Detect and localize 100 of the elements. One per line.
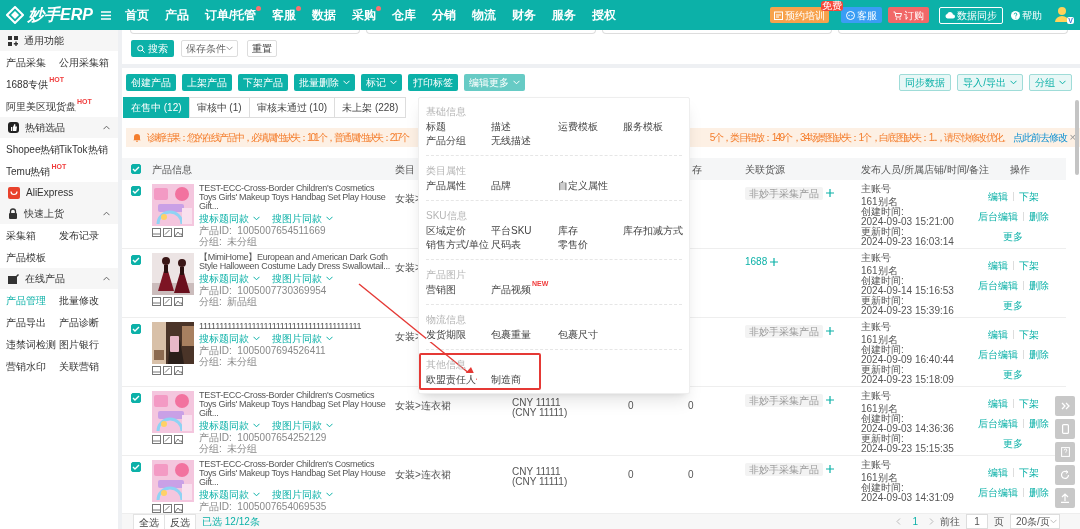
- menu-item[interactable]: 零售价: [558, 238, 588, 252]
- product-title[interactable]: 1111111111111111111111111111111111111111: [199, 322, 390, 331]
- tab[interactable]: 审核未通过 (10): [248, 97, 336, 118]
- toolbar-button[interactable]: 批量删除: [294, 74, 355, 91]
- sidebar-item[interactable]: 关联营销: [59, 358, 99, 374]
- product-title[interactable]: TEST-ECC-Cross-Border Children's Cosmetics Toys Girls' Makeup Toys Handbag Set Play House Gift...: [199, 391, 390, 418]
- fix-link[interactable]: 点此前去修改: [1012, 130, 1067, 145]
- source-link[interactable]: 1688: [745, 256, 768, 268]
- scrollbar-thumb[interactable]: [1075, 100, 1079, 175]
- menu-item[interactable]: 欧盟责任人: [426, 373, 476, 387]
- action-link[interactable]: 后台编辑: [977, 416, 1018, 431]
- nav-item[interactable]: 分销: [432, 6, 457, 24]
- sidebar-item[interactable]: 采集箱: [6, 227, 36, 243]
- nav-item[interactable]: 财务: [512, 6, 537, 24]
- nav-item[interactable]: 服务: [552, 6, 577, 24]
- menu-item[interactable]: 描述: [491, 120, 511, 134]
- tab[interactable]: 审核中 (1): [188, 97, 250, 118]
- image-icon[interactable]: [174, 435, 183, 444]
- action-link[interactable]: 下架: [1018, 396, 1039, 411]
- nav-item[interactable]: 仓库: [392, 6, 417, 24]
- sheet-icon[interactable]: [152, 366, 161, 375]
- search-button[interactable]: 搜索: [131, 40, 174, 57]
- action-link[interactable]: 更多: [1003, 436, 1023, 451]
- help-button[interactable]: [1055, 442, 1075, 462]
- invert-button[interactable]: 反选: [164, 513, 196, 529]
- action-link[interactable]: 后台编辑: [977, 209, 1018, 224]
- sidebar-item[interactable]: 违禁词检测: [6, 336, 56, 352]
- edit-icon[interactable]: [163, 228, 172, 237]
- nav-item[interactable]: 订单/托管: [204, 6, 257, 24]
- action-link[interactable]: 删除: [1028, 209, 1049, 224]
- sidebar-item[interactable]: 图片银行: [59, 336, 99, 352]
- sheet-icon[interactable]: [152, 228, 161, 237]
- action-link[interactable]: 后台编辑: [977, 485, 1018, 500]
- close-button[interactable]: ×: [1069, 132, 1076, 143]
- menu-item[interactable]: 运费模板: [558, 120, 598, 134]
- select-all-button[interactable]: 全选: [133, 513, 165, 529]
- plus-icon[interactable]: [826, 465, 834, 473]
- toolbar-button[interactable]: 标记: [361, 74, 402, 91]
- sidebar-item[interactable]: Shopee热销: [6, 141, 61, 157]
- sidebar-item[interactable]: 1688专供: [6, 76, 49, 92]
- page-input[interactable]: 1: [966, 514, 988, 529]
- nav-item[interactable]: 采购: [352, 6, 377, 24]
- menu-item[interactable]: 尺码表: [491, 238, 521, 252]
- sidebar-item[interactable]: 产品采集: [6, 54, 46, 70]
- search-image-link[interactable]: 搜图片同款: [272, 417, 333, 433]
- nav-item[interactable]: 客服: [272, 6, 297, 24]
- nav-item[interactable]: 物流: [472, 6, 497, 24]
- plus-icon[interactable]: [826, 396, 834, 404]
- action-link[interactable]: 更多: [1003, 298, 1023, 313]
- sidebar-item[interactable]: 营销水印: [6, 358, 46, 374]
- mobile-button[interactable]: [1055, 419, 1075, 439]
- sheet-icon[interactable]: [152, 297, 161, 306]
- menu-item[interactable]: 服务模板: [623, 120, 663, 134]
- action-link[interactable]: 删除: [1028, 278, 1049, 293]
- sheet-icon[interactable]: [152, 504, 161, 513]
- toolbar-button[interactable]: 打印标签: [408, 74, 458, 91]
- refresh-button[interactable]: [1055, 465, 1075, 485]
- menu-item[interactable]: 标题: [426, 120, 446, 134]
- action-link[interactable]: 下架: [1018, 258, 1039, 273]
- search-image-link[interactable]: 搜图片同款: [272, 270, 333, 286]
- search-title-link[interactable]: 搜标题同款: [199, 417, 260, 433]
- sidebar-item[interactable]: 产品导出: [6, 314, 46, 330]
- checkbox[interactable]: [131, 255, 141, 265]
- menu-item[interactable]: 包裹重量: [491, 328, 531, 342]
- image-icon[interactable]: [174, 228, 183, 237]
- menu-item[interactable]: 产品属性: [426, 179, 466, 193]
- tab[interactable]: 未上架 (228): [334, 97, 407, 118]
- nav-item[interactable]: 数据: [312, 6, 337, 24]
- edit-icon[interactable]: [163, 366, 172, 375]
- toolbar-button[interactable]: 分组: [1029, 74, 1072, 91]
- image-icon[interactable]: [174, 297, 183, 306]
- menu-item[interactable]: 无线描述: [491, 134, 531, 148]
- sidebar-item[interactable]: Temu热销: [6, 163, 51, 179]
- sidebar-item[interactable]: TikTok热销: [59, 141, 108, 157]
- action-link[interactable]: 编辑: [987, 258, 1008, 273]
- search-image-link[interactable]: 搜图片同款: [272, 330, 333, 346]
- toolbar-button[interactable]: 上架产品: [182, 74, 232, 91]
- nav-item[interactable]: 授权: [592, 6, 617, 24]
- action-link[interactable]: 后台编辑: [977, 347, 1018, 362]
- toolbar-button[interactable]: 下架产品: [238, 74, 288, 91]
- sheet-icon[interactable]: [152, 435, 161, 444]
- search-title-link[interactable]: 搜标题同款: [199, 210, 260, 226]
- checkbox[interactable]: [131, 186, 141, 196]
- saved-filter-select[interactable]: 保存条件: [181, 40, 238, 57]
- sidebar-item[interactable]: 发布记录: [59, 227, 99, 243]
- menu-item[interactable]: 发货期限: [426, 328, 466, 342]
- plus-icon[interactable]: [826, 327, 834, 335]
- menu-icon[interactable]: [100, 10, 111, 20]
- nav-item[interactable]: 产品: [164, 6, 189, 24]
- menu-item[interactable]: 营销图: [426, 283, 456, 297]
- service-button[interactable]: 客服: [841, 7, 882, 23]
- search-title-link[interactable]: 搜标题同款: [199, 486, 260, 502]
- section-header[interactable]: 热销选品: [0, 117, 118, 138]
- image-icon[interactable]: [174, 366, 183, 375]
- menu-item[interactable]: 库存: [558, 224, 578, 238]
- page-size-select[interactable]: 20条/页: [1010, 514, 1060, 529]
- menu-item[interactable]: 产品视频: [491, 283, 531, 297]
- menu-item[interactable]: 区域定价: [426, 224, 466, 238]
- sidebar-item[interactable]: 产品诊断: [59, 314, 99, 330]
- plus-icon[interactable]: [826, 189, 834, 197]
